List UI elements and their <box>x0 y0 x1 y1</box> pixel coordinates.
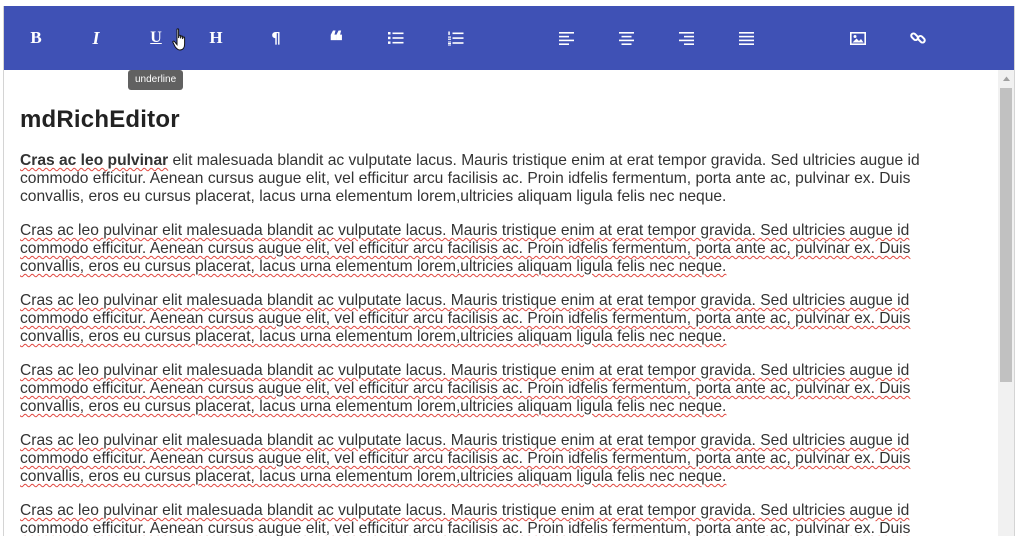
underline-icon: U <box>150 29 162 46</box>
heading-button[interactable]: H <box>200 22 232 54</box>
scrollbar-thumb[interactable] <box>1000 88 1012 382</box>
numbered-list-icon <box>448 31 464 46</box>
align-right-button[interactable] <box>670 22 702 54</box>
blockquote-button[interactable]: ❝ <box>320 22 352 56</box>
paragraph: Cras ac leo pulvinar elit malesuada blan… <box>20 362 911 415</box>
italic-icon: I <box>92 28 100 48</box>
align-center-icon <box>618 31 634 45</box>
align-center-button[interactable] <box>610 22 642 54</box>
align-left-button[interactable] <box>550 22 582 54</box>
align-left-icon <box>558 31 574 45</box>
first-paragraph: Cras ac leo pulvinar elit malesuada blan… <box>20 152 960 206</box>
editor-content-area[interactable]: mdRichEditor Cras ac leo pulvinar elit m… <box>4 70 1002 536</box>
paragraph-icon: ¶ <box>271 29 281 47</box>
numbered-list-button[interactable] <box>440 22 472 54</box>
underline-tooltip: underline <box>128 70 184 90</box>
editor-toolbar: B I U H ¶ ❝ <box>4 6 1014 70</box>
paragraph-button[interactable]: ¶ <box>260 22 292 54</box>
paragraph: Cras ac leo pulvinar elit malesuada blan… <box>20 292 911 345</box>
link-icon <box>910 30 926 46</box>
image-icon <box>850 31 866 45</box>
insert-image-button[interactable] <box>842 22 874 54</box>
bulleted-list-button[interactable] <box>380 22 412 54</box>
bold-icon: B <box>30 28 42 47</box>
paragraph: Cras ac leo pulvinar elit malesuada blan… <box>20 432 911 485</box>
bulleted-list-icon <box>388 31 404 45</box>
paragraph: Cras ac leo pulvinar elit malesuada blan… <box>20 502 911 536</box>
underline-button[interactable]: U <box>140 22 172 54</box>
editor-heading: mdRichEditor <box>20 106 180 133</box>
align-right-icon <box>678 31 694 45</box>
insert-link-button[interactable] <box>902 22 934 54</box>
hand-pointer-icon <box>172 28 190 57</box>
editor-frame: B I U H ¶ ❝ mdRichEditor Cras ac leo pul… <box>3 6 1015 536</box>
paragraph: Cras ac leo pulvinar elit malesuada blan… <box>20 222 911 275</box>
italic-button[interactable]: I <box>80 22 112 54</box>
align-justify-icon <box>738 31 754 45</box>
scroll-up-arrow-icon[interactable] <box>998 70 1014 86</box>
align-justify-button[interactable] <box>730 22 762 54</box>
heading-icon: H <box>209 28 223 47</box>
quote-icon: ❝ <box>329 27 343 56</box>
bold-lead-text: Cras ac leo pulvinar <box>20 152 169 169</box>
bold-button[interactable]: B <box>20 22 52 54</box>
vertical-scrollbar[interactable] <box>998 70 1014 536</box>
